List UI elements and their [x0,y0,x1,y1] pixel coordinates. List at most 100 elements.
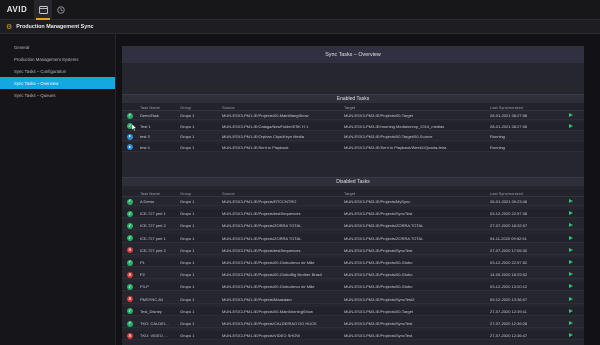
column-header-group[interactable]: Group [180,105,216,110]
task-group: Grupo 1 [180,113,195,118]
sidebar-item-sync-tasks-configuration[interactable]: Sync Tasks – Configuration [0,65,115,77]
task-last-synchronized: 14-09-2020 18:29:02 [490,272,528,278]
status-check-icon: ✓ [127,112,133,119]
task-row[interactable]: ✓ Test_Disney Grupo 1 MUN-ESX3-PM1-IE/Proje… [122,306,584,316]
disabled-table-header: Task Name Group Source Target Last Synch… [122,189,584,197]
sidebar-item-label: Sync Tasks – Queues [14,92,56,98]
task-last-synchronized: 27-07-2020 18:32:07 [490,223,528,229]
task-target: MUN-ESX3-PM3-IE/Projects/SyncTest [344,211,413,217]
history-icon[interactable] [52,0,70,20]
task-name: test 4 [140,144,150,150]
sidebar-item-label: Sync Tasks – Configuration [14,68,66,74]
task-name: ICE-727 pmt 2 [140,223,166,229]
overview-panel: Sync Tasks – Overview Enabled Tasks Task… [122,46,584,345]
play-icon[interactable] [569,123,573,128]
task-target: MUN-ESX3-PM3-IE/Projects/00-Target/00-So… [344,134,433,139]
task-target: MUN-ESX3-PM3-IE/Projects/SyncTest [344,333,413,339]
play-icon[interactable] [569,296,573,301]
column-header-source[interactable]: Source [222,191,340,196]
task-row[interactable]: ✕ TKO: VIDEO … Grupo 1 MUN-ESX3-PM1-IE/Proj… [122,331,584,341]
task-last-synchronized: 03-12-2020 13:20:12 [490,284,528,290]
task-name: P2 [140,272,145,278]
task-last-synchronized: 27-07-2020 12:39:11 [490,308,527,314]
task-source: MUN-ESX3-PM1-IE/Projects/00-GloboAmor de… [222,284,315,290]
play-icon[interactable] [569,321,573,325]
task-source: MUN-ESX3-PM1-IE/Projects/testSequences [222,247,301,253]
status-check-icon: ✓ [127,198,133,205]
play-icon[interactable] [569,260,573,264]
task-name: TKO: CALDEI… [140,321,169,326]
task-last-synchronized: Running [490,134,505,139]
task-row[interactable]: ✓ DemoTask Grupo 1 MUN-ESX3-PM1-IE/Projects… [122,111,584,120]
task-row[interactable]: ✓ P3-P Grupo 1 MUN-ESX3-PM1-IE/Projects/00-… [122,282,584,292]
task-row[interactable]: ✕ P2 Grupo 1 MUN-ESX3-PM1-IE/Projects/00-Gl… [122,270,584,280]
task-last-synchronized: 26-01-2021 09:23:46 [490,199,528,204]
status-error-icon: ✕ [127,332,133,339]
task-row[interactable]: ✓ ICE-727 pmt 2 Grupo 1 MUN-ESX3-PM1-IE/Pro… [122,221,584,231]
play-icon[interactable] [569,272,573,277]
play-icon[interactable] [569,247,573,252]
task-row[interactable]: ✓ ICE-727 pmt 1 Grupo 1 MUN-ESX3-PM1-IE/Pro… [122,209,584,219]
play-icon[interactable] [569,333,573,338]
task-last-synchronized: 28-01-2021 08:27:06 [490,123,528,129]
sidebar-item-general[interactable]: General [0,41,115,53]
play-icon[interactable] [569,284,573,289]
enabled-table-header: Task Name Group Source Target Last Synch… [122,103,584,111]
app-title: Production Management Sync [16,23,94,30]
play-icon[interactable] [569,223,573,228]
task-name: PMSYNC-84 [140,296,163,302]
task-name: test 3 [140,134,150,139]
play-icon[interactable] [569,235,573,240]
column-header-source[interactable]: Source [222,105,340,110]
task-target: MUN-ESX3-PM3-IE/Projects/SyncTest2 [344,296,415,302]
column-header-target[interactable]: Target [344,105,486,110]
sidebar-item-label: General [14,44,30,50]
task-source: MUN-ESX3-PM1-IE/Projects/CALDEIRAO DO HU… [222,321,317,326]
disabled-tasks-heading: Disabled Tasks [122,177,584,186]
task-row[interactable]: ✕ PMSYNC-84 Grupo 1 MUN-ESX3-PM1-IE/Project… [122,295,584,304]
status-check-icon: ✓ [127,234,133,242]
task-target: MUN-ESX3-PM3-IE/Projects/00-Globo [344,260,413,265]
column-header-target[interactable]: Target [344,191,486,196]
sidebar-item-sync-tasks-queues[interactable]: Sync Tasks – Queues [0,89,115,101]
play-icon[interactable] [569,211,573,216]
task-group: Grupo 1 [180,247,195,253]
sidebar-item-sync-tasks-overview[interactable]: Sync Tasks – Overview [0,77,115,89]
column-header-last-synchronized[interactable]: Last Synchronized [490,191,564,196]
task-row[interactable]: ✓ A Demo Grupo 1 MUN-ESX3-PM1-IE/Projects/R… [122,197,584,206]
task-last-synchronized: 27-07-2020 17:05:30 [490,247,528,253]
task-name: TKO: VIDEO … [140,333,169,339]
status-check-icon: ✓ [127,222,133,229]
task-group: Grupo 1 [180,260,195,265]
column-header-last-synchronized[interactable]: Last Synchronized [490,105,564,110]
task-source: MUN-ESX3-PM1-IE/Sent to Playback [222,144,289,150]
task-row[interactable]: ✕ ICE-727 pmt 2 Grupo 1 MUN-ESX3-PM1-IE/Pro… [122,246,584,255]
task-source: MUN-ESX3-PM1-IE/Orphan Clips/Keyn Media [222,134,305,139]
task-source: MUN-ESX3-PM1-IE/Projects/VIDEO SHOW [222,333,301,339]
task-row[interactable]: ✓ ICE-727 pmt 1 Grupo 1 MUN-ESX3-PM1-IE/Pro… [122,233,584,243]
task-source: MUN-ESX3-PM1-IE/Projects/00-GloboAmor de… [222,260,315,265]
task-row[interactable]: ✓ Test 1 Grupo 1 MUN-ESX3-PM1-IE/Cataga/New… [122,121,584,131]
apps-icon[interactable] [34,0,52,20]
play-icon[interactable] [569,308,573,313]
task-group: Grupo 1 [180,333,195,339]
task-last-synchronized: 03-12-2020 22:57:52 [490,260,528,265]
task-last-synchronized: 09-12-2020 13:36:07 [490,296,528,302]
task-target: MUN-ESX3-PM3-IE/morning Media/nnmp_2014_… [344,123,445,129]
column-header-task-name[interactable]: Task Name [140,105,176,110]
column-header-group[interactable]: Group [180,191,216,196]
task-row[interactable]: ▸ test 4 Grupo 1 MUN-ESX3-PM1-IE/Sent to Pl… [122,142,584,152]
task-row[interactable]: ▸ test 3 Grupo 1 MUN-ESX3-PM1-IE/Orphan Cli… [122,132,584,141]
mouse-cursor-icon [132,124,137,131]
task-source: MUN-ESX3-PM1-IE/Cataga/NewFolder/ESK H 1 [222,123,309,129]
task-row[interactable]: ✓ P1 Grupo 1 MUN-ESX3-PM1-IE/Projects/00-Gl… [122,258,584,267]
task-last-synchronized: Running [490,144,505,150]
sidebar-item-production-management-systems[interactable]: Production Management Systems [0,53,115,65]
task-name: DemoTask [140,113,159,118]
sidebar: General Production Management Systems Sy… [0,34,116,345]
task-row[interactable]: ✓ TKO: CALDEI… Grupo 1 MUN-ESX3-PM1-IE/Proj… [122,319,584,328]
column-header-task-name[interactable]: Task Name [140,191,176,196]
play-icon[interactable] [569,113,573,117]
play-icon[interactable] [569,199,573,203]
panel-title: Sync Tasks – Overview [122,46,584,63]
